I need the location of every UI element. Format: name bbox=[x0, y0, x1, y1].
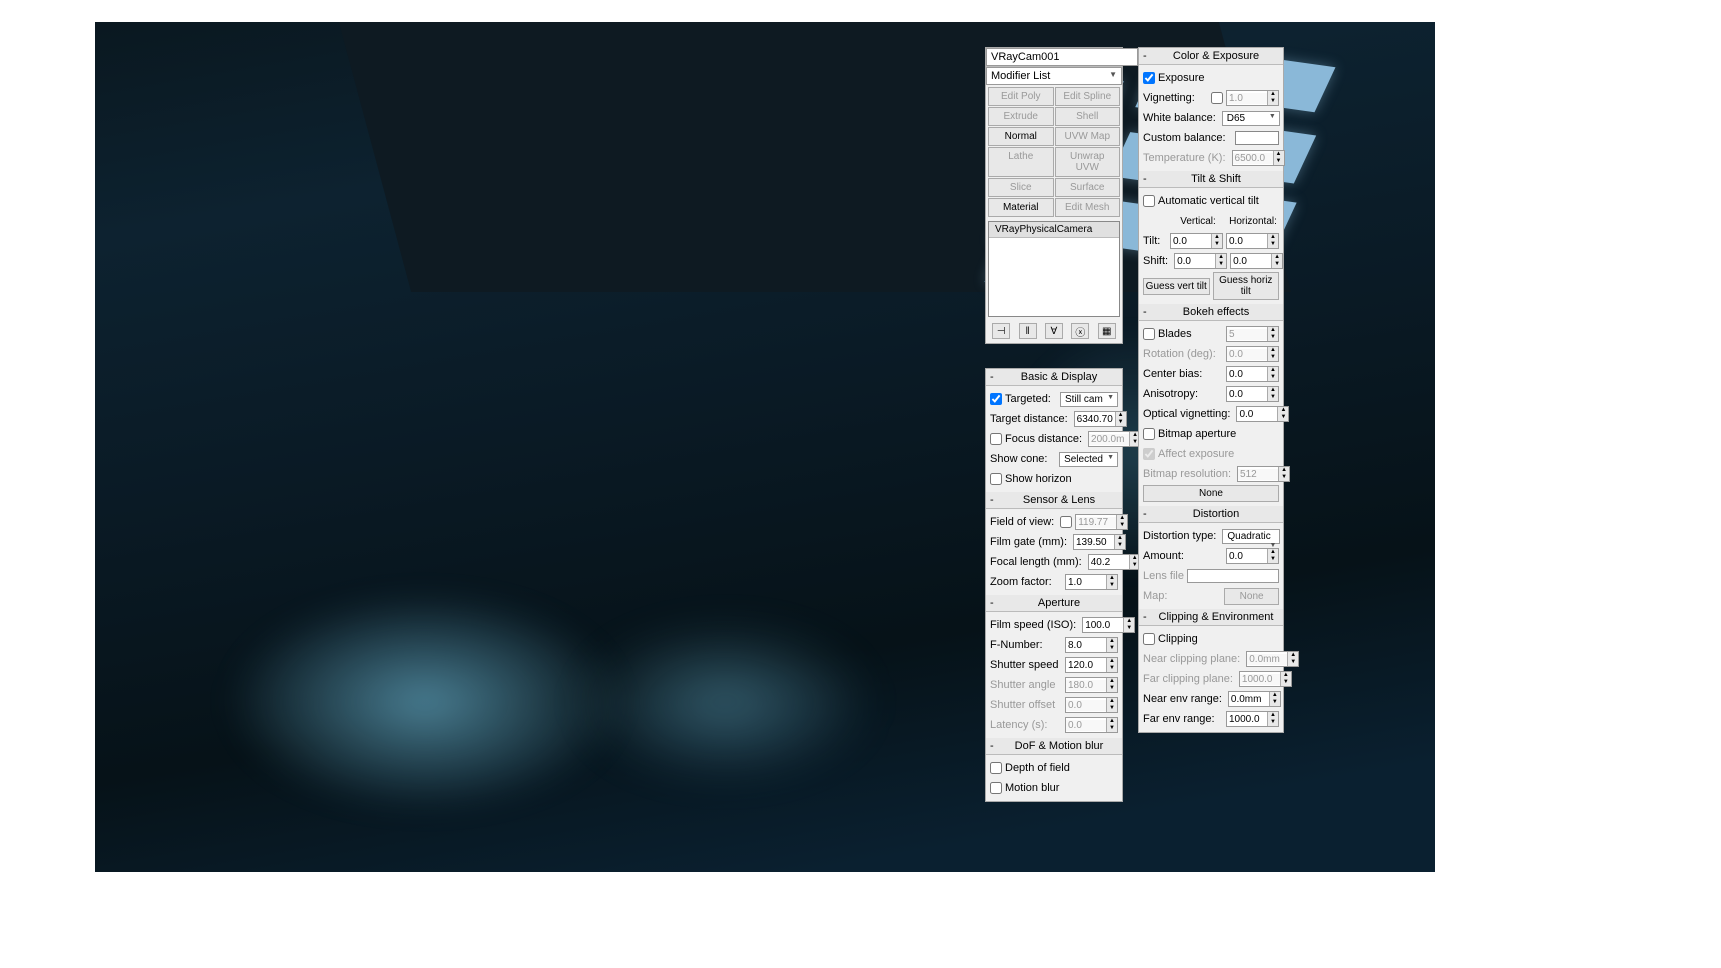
shutter-speed-spinner[interactable]: ▲▼ bbox=[1065, 657, 1118, 673]
camera-params-panel-1: -Basic & Display Targeted:Still cam Targ… bbox=[985, 368, 1123, 802]
camera-type-select[interactable]: Still cam bbox=[1060, 392, 1118, 407]
dof-checkbox[interactable] bbox=[990, 762, 1002, 774]
far-clip-spinner: ▲▼ bbox=[1239, 671, 1292, 687]
configure-sets-icon[interactable]: ▦ bbox=[1098, 323, 1116, 339]
rollout-dof-motionblur[interactable]: -DoF & Motion blur bbox=[986, 738, 1122, 755]
bitmap-aperture-checkbox[interactable] bbox=[1143, 428, 1155, 440]
affect-exposure-checkbox bbox=[1143, 448, 1155, 460]
make-unique-icon[interactable]: ∀ bbox=[1045, 323, 1063, 339]
floor-light-pool bbox=[225, 592, 625, 812]
rollout-clipping[interactable]: -Clipping & Environment bbox=[1139, 609, 1283, 626]
modifier-list-dropdown[interactable]: Modifier List bbox=[986, 67, 1122, 85]
near-clip-spinner: ▲▼ bbox=[1246, 651, 1299, 667]
btn-edit-poly[interactable]: Edit Poly bbox=[988, 87, 1054, 106]
modifier-panel: Modifier List Edit Poly Edit Spline Extr… bbox=[985, 47, 1123, 344]
focus-distance-checkbox[interactable] bbox=[990, 433, 1002, 445]
bitmap-resolution-spinner: ▲▼ bbox=[1237, 466, 1290, 482]
shift-vertical-spinner[interactable]: ▲▼ bbox=[1174, 253, 1227, 269]
btn-surface[interactable]: Surface bbox=[1055, 178, 1121, 197]
fov-checkbox[interactable] bbox=[1060, 516, 1072, 528]
shutter-offset-spinner: ▲▼ bbox=[1065, 697, 1118, 713]
guess-vert-tilt-button[interactable]: Guess vert tilt bbox=[1143, 278, 1210, 295]
floor-light-pool bbox=[575, 622, 875, 782]
stack-item-vray-camera[interactable]: VRayPhysicalCamera bbox=[989, 222, 1119, 238]
rollout-tilt-shift[interactable]: -Tilt & Shift bbox=[1139, 171, 1283, 188]
show-horizon-checkbox[interactable] bbox=[990, 473, 1002, 485]
vignetting-checkbox[interactable] bbox=[1211, 92, 1223, 104]
rollout-sensor-lens[interactable]: -Sensor & Lens bbox=[986, 492, 1122, 509]
shift-horizontal-spinner[interactable]: ▲▼ bbox=[1230, 253, 1283, 269]
rollout-distortion[interactable]: -Distortion bbox=[1139, 506, 1283, 523]
target-distance-spinner[interactable]: ▲▼ bbox=[1074, 411, 1127, 427]
rollout-bokeh[interactable]: -Bokeh effects bbox=[1139, 304, 1283, 321]
blades-spinner[interactable]: ▲▼ bbox=[1226, 326, 1279, 342]
modifier-stack[interactable]: VRayPhysicalCamera bbox=[988, 221, 1120, 317]
btn-uvw-map[interactable]: UVW Map bbox=[1055, 127, 1121, 146]
fov-spinner[interactable]: ▲▼ bbox=[1075, 514, 1128, 530]
lens-file-input[interactable] bbox=[1187, 569, 1279, 583]
btn-slice[interactable]: Slice bbox=[988, 178, 1054, 197]
btn-extrude[interactable]: Extrude bbox=[988, 107, 1054, 126]
btn-normal[interactable]: Normal bbox=[988, 127, 1054, 146]
zoom-factor-spinner[interactable]: ▲▼ bbox=[1065, 574, 1118, 590]
object-name-input[interactable] bbox=[986, 48, 1138, 66]
remove-modifier-icon[interactable]: ⓧ bbox=[1071, 323, 1089, 339]
show-cone-select[interactable]: Selected bbox=[1059, 452, 1118, 467]
tilt-vertical-spinner[interactable]: ▲▼ bbox=[1170, 233, 1223, 249]
latency-spinner: ▲▼ bbox=[1065, 717, 1118, 733]
bokeh-bitmap-none-button[interactable]: None bbox=[1143, 485, 1279, 502]
rotation-spinner: ▲▼ bbox=[1226, 346, 1279, 362]
pin-stack-icon[interactable]: ⊣ bbox=[992, 323, 1010, 339]
show-end-result-icon[interactable]: ‖ bbox=[1019, 323, 1037, 339]
custom-balance-swatch[interactable] bbox=[1235, 131, 1279, 145]
near-env-spinner[interactable]: ▲▼ bbox=[1228, 691, 1281, 707]
btn-shell[interactable]: Shell bbox=[1055, 107, 1121, 126]
btn-material[interactable]: Material bbox=[988, 198, 1054, 217]
white-balance-select[interactable]: D65 bbox=[1222, 111, 1280, 126]
btn-edit-mesh[interactable]: Edit Mesh bbox=[1055, 198, 1121, 217]
fnumber-spinner[interactable]: ▲▼ bbox=[1065, 637, 1118, 653]
distortion-amount-spinner[interactable]: ▲▼ bbox=[1226, 548, 1279, 564]
rollout-color-exposure[interactable]: -Color & Exposure bbox=[1139, 48, 1283, 65]
targeted-checkbox[interactable] bbox=[990, 393, 1002, 405]
rollout-basic-display[interactable]: -Basic & Display bbox=[986, 369, 1122, 386]
far-env-spinner[interactable]: ▲▼ bbox=[1226, 711, 1279, 727]
optical-vignetting-spinner[interactable]: ▲▼ bbox=[1236, 406, 1289, 422]
btn-edit-spline[interactable]: Edit Spline bbox=[1055, 87, 1121, 106]
temperature-spinner: ▲▼ bbox=[1232, 150, 1285, 166]
vignetting-spinner[interactable]: ▲▼ bbox=[1226, 90, 1279, 106]
focus-distance-spinner[interactable]: ▲▼ bbox=[1088, 431, 1141, 447]
guess-horiz-tilt-button[interactable]: Guess horiz tilt bbox=[1213, 272, 1280, 300]
iso-spinner[interactable]: ▲▼ bbox=[1082, 617, 1135, 633]
btn-unwrap-uvw[interactable]: Unwrap UVW bbox=[1055, 147, 1121, 177]
auto-vertical-tilt-checkbox[interactable] bbox=[1143, 195, 1155, 207]
distortion-type-select[interactable]: Quadratic bbox=[1222, 529, 1280, 544]
shutter-angle-spinner: ▲▼ bbox=[1065, 677, 1118, 693]
camera-params-panel-2: -Color & Exposure Exposure Vignetting:▲▼… bbox=[1138, 47, 1284, 733]
blades-checkbox[interactable] bbox=[1143, 328, 1155, 340]
distortion-map-none-button[interactable]: None bbox=[1224, 588, 1279, 605]
clipping-checkbox[interactable] bbox=[1143, 633, 1155, 645]
rollout-aperture[interactable]: -Aperture bbox=[986, 595, 1122, 612]
exposure-checkbox[interactable] bbox=[1143, 72, 1155, 84]
tilt-horizontal-spinner[interactable]: ▲▼ bbox=[1226, 233, 1279, 249]
modifier-preset-grid: Edit Poly Edit Spline Extrude Shell Norm… bbox=[986, 85, 1122, 219]
anisotropy-spinner[interactable]: ▲▼ bbox=[1226, 386, 1279, 402]
btn-lathe[interactable]: Lathe bbox=[988, 147, 1054, 177]
motion-blur-checkbox[interactable] bbox=[990, 782, 1002, 794]
center-bias-spinner[interactable]: ▲▼ bbox=[1226, 366, 1279, 382]
film-gate-spinner[interactable]: ▲▼ bbox=[1073, 534, 1126, 550]
focal-length-spinner[interactable]: ▲▼ bbox=[1088, 554, 1141, 570]
